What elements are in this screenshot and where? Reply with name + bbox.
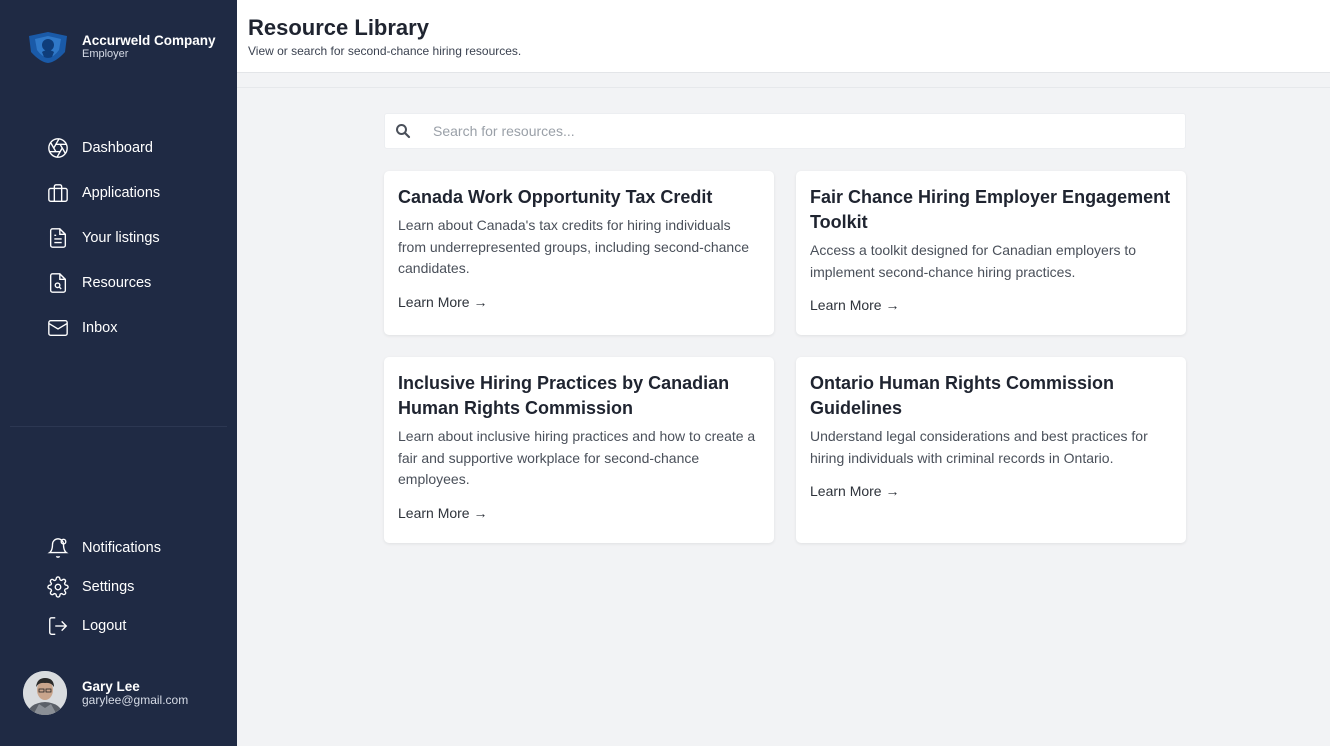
sidebar: Accurweld Company Employer Dashboard App… bbox=[0, 0, 237, 746]
nav-item-settings[interactable]: Settings bbox=[0, 572, 237, 602]
user-profile[interactable]: Gary Lee garylee@gmail.com bbox=[23, 671, 188, 715]
nav-label: Notifications bbox=[82, 540, 161, 556]
nav-label: Resources bbox=[82, 275, 152, 291]
nav-label: Logout bbox=[82, 618, 127, 634]
user-name: Gary Lee bbox=[82, 678, 140, 694]
nav-item-notifications[interactable]: Notifications bbox=[0, 533, 237, 563]
company-logo-icon bbox=[26, 30, 70, 64]
page-subtitle: View or search for second-chance hiring … bbox=[248, 44, 522, 58]
resource-card: Fair Chance Hiring Employer Engagement T… bbox=[796, 171, 1186, 335]
main-nav: Dashboard Applications Your listings Res… bbox=[0, 133, 237, 358]
nav-item-resources[interactable]: Resources bbox=[0, 268, 237, 298]
avatar bbox=[23, 671, 67, 715]
resource-card: Ontario Human Rights Commission Guidelin… bbox=[796, 357, 1186, 543]
sidebar-divider bbox=[10, 426, 227, 427]
company-name: Accurweld Company bbox=[82, 33, 216, 49]
card-description: Learn about Canada's tax credits for hir… bbox=[398, 217, 749, 276]
card-description: Access a toolkit designed for Canadian e… bbox=[810, 242, 1137, 280]
nav-label: Inbox bbox=[82, 320, 118, 336]
logout-icon bbox=[46, 614, 70, 638]
nav-item-applications[interactable]: Applications bbox=[0, 178, 237, 208]
nav-label: Applications bbox=[82, 185, 161, 201]
bell-icon bbox=[46, 536, 70, 560]
user-email: garylee@gmail.com bbox=[82, 693, 189, 708]
nav-item-logout[interactable]: Logout bbox=[0, 611, 237, 641]
card-title: Canada Work Opportunity Tax Credit bbox=[398, 187, 713, 207]
divider bbox=[237, 87, 1330, 88]
card-description: Understand legal considerations and best… bbox=[810, 428, 1148, 466]
card-title: Ontario Human Rights Commission Guidelin… bbox=[810, 373, 1115, 418]
briefcase-icon bbox=[46, 181, 70, 205]
nav-label: Dashboard bbox=[82, 140, 153, 156]
mail-icon bbox=[46, 316, 70, 340]
card-title: Fair Chance Hiring Employer Engagement T… bbox=[810, 187, 1171, 232]
resource-card: Inclusive Hiring Practices by Canadian H… bbox=[384, 357, 774, 543]
learn-more-link[interactable]: Learn More → bbox=[398, 505, 487, 521]
learn-more-link[interactable]: Learn More → bbox=[398, 294, 487, 310]
search-bar bbox=[384, 113, 1186, 149]
nav-item-your-listings[interactable]: Your listings bbox=[0, 223, 237, 253]
learn-more-link[interactable]: Learn More → bbox=[810, 483, 899, 499]
page-title: Resource Library bbox=[248, 15, 429, 40]
document-icon bbox=[46, 226, 70, 250]
secondary-nav: Notifications Settings Logout bbox=[0, 533, 237, 650]
nav-label: Your listings bbox=[82, 230, 160, 246]
brand[interactable]: Accurweld Company Employer bbox=[26, 30, 216, 64]
company-role: Employer bbox=[82, 47, 129, 60]
card-description: Learn about inclusive hiring practices a… bbox=[398, 428, 756, 487]
search-input[interactable] bbox=[433, 123, 1153, 139]
nav-item-inbox[interactable]: Inbox bbox=[0, 313, 237, 343]
page-header: Resource Library View or search for seco… bbox=[237, 0, 1330, 73]
card-title: Inclusive Hiring Practices by Canadian H… bbox=[398, 373, 730, 418]
resource-card: Canada Work Opportunity Tax Credit Learn… bbox=[384, 171, 774, 335]
aperture-icon bbox=[46, 136, 70, 160]
learn-more-link[interactable]: Learn More → bbox=[810, 297, 899, 313]
nav-item-dashboard[interactable]: Dashboard bbox=[0, 133, 237, 163]
document-search-icon bbox=[46, 271, 70, 295]
search-icon bbox=[395, 123, 411, 139]
gear-icon bbox=[46, 575, 70, 599]
nav-label: Settings bbox=[82, 579, 135, 595]
